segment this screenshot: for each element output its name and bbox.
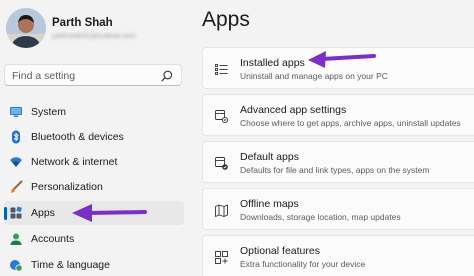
sidebar-item-label: Apps — [31, 207, 55, 219]
search-icon[interactable] — [161, 70, 173, 82]
default-apps-card[interactable]: Default apps Defaults for file and link … — [202, 141, 474, 183]
sidebar-item-time-language[interactable]: Time & language — [4, 253, 184, 276]
list-icon — [215, 64, 228, 75]
offline-maps-card[interactable]: Offline maps Downloads, storage location… — [202, 188, 474, 230]
sidebar-item-label: System — [31, 106, 67, 118]
sidebar-item-label: Time & language — [31, 259, 110, 271]
apps-icon — [10, 206, 22, 219]
search-input[interactable]: Find a setting — [12, 70, 75, 82]
user-name: Parth Shah — [52, 17, 113, 29]
card-title: Offline maps — [240, 198, 299, 210]
selection-indicator — [4, 207, 7, 220]
card-title: Default apps — [240, 151, 299, 163]
user-profile[interactable]: Parth Shah parthshah91@outlook.com — [4, 6, 190, 52]
card-title: Advanced app settings — [240, 104, 347, 116]
sidebar-item-label: Network & internet — [31, 156, 118, 168]
card-subtitle: Defaults for file and link types, apps o… — [240, 165, 430, 175]
sidebar-item-personalization[interactable]: Personalization — [4, 175, 184, 199]
search-box[interactable]: Find a setting — [4, 64, 182, 86]
avatar — [6, 8, 46, 48]
wifi-icon — [10, 157, 22, 167]
main-content: Apps Installed apps Uninstall and manage… — [190, 0, 474, 276]
default-apps-icon — [215, 157, 228, 170]
card-title: Installed apps — [240, 57, 305, 69]
page-title: Apps — [202, 8, 250, 31]
optional-features-card[interactable]: Optional features Extra functionality fo… — [202, 235, 474, 276]
sidebar-item-system[interactable]: System — [4, 100, 184, 124]
globe-clock-icon — [10, 260, 23, 272]
sidebar-item-accounts[interactable]: Accounts — [4, 227, 184, 251]
card-subtitle: Extra functionality for your device — [240, 259, 366, 269]
app-settings-icon — [215, 110, 229, 124]
user-email: parthshah91@outlook.com — [52, 33, 136, 40]
sidebar-item-bluetooth[interactable]: Bluetooth & devices — [4, 125, 184, 149]
advanced-app-settings-card[interactable]: Advanced app settings Choose where to ge… — [202, 94, 474, 136]
paintbrush-icon — [10, 180, 23, 193]
card-subtitle: Uninstall and manage apps on your PC — [240, 71, 388, 81]
card-subtitle: Downloads, storage location, map updates — [240, 212, 401, 222]
card-title: Optional features — [240, 245, 320, 257]
installed-apps-card[interactable]: Installed apps Uninstall and manage apps… — [202, 47, 474, 89]
person-icon — [10, 233, 22, 245]
sidebar: Parth Shah parthshah91@outlook.com Find … — [0, 0, 190, 276]
monitor-icon — [10, 107, 22, 117]
features-icon — [215, 251, 228, 264]
map-icon — [215, 204, 228, 217]
sidebar-item-label: Personalization — [31, 181, 103, 193]
card-subtitle: Choose where to get apps, archive apps, … — [240, 118, 461, 128]
sidebar-item-label: Accounts — [31, 233, 75, 245]
bluetooth-icon — [12, 130, 20, 144]
sidebar-item-label: Bluetooth & devices — [31, 131, 124, 143]
sidebar-item-network[interactable]: Network & internet — [4, 150, 184, 174]
sidebar-item-apps[interactable]: Apps — [4, 201, 184, 225]
